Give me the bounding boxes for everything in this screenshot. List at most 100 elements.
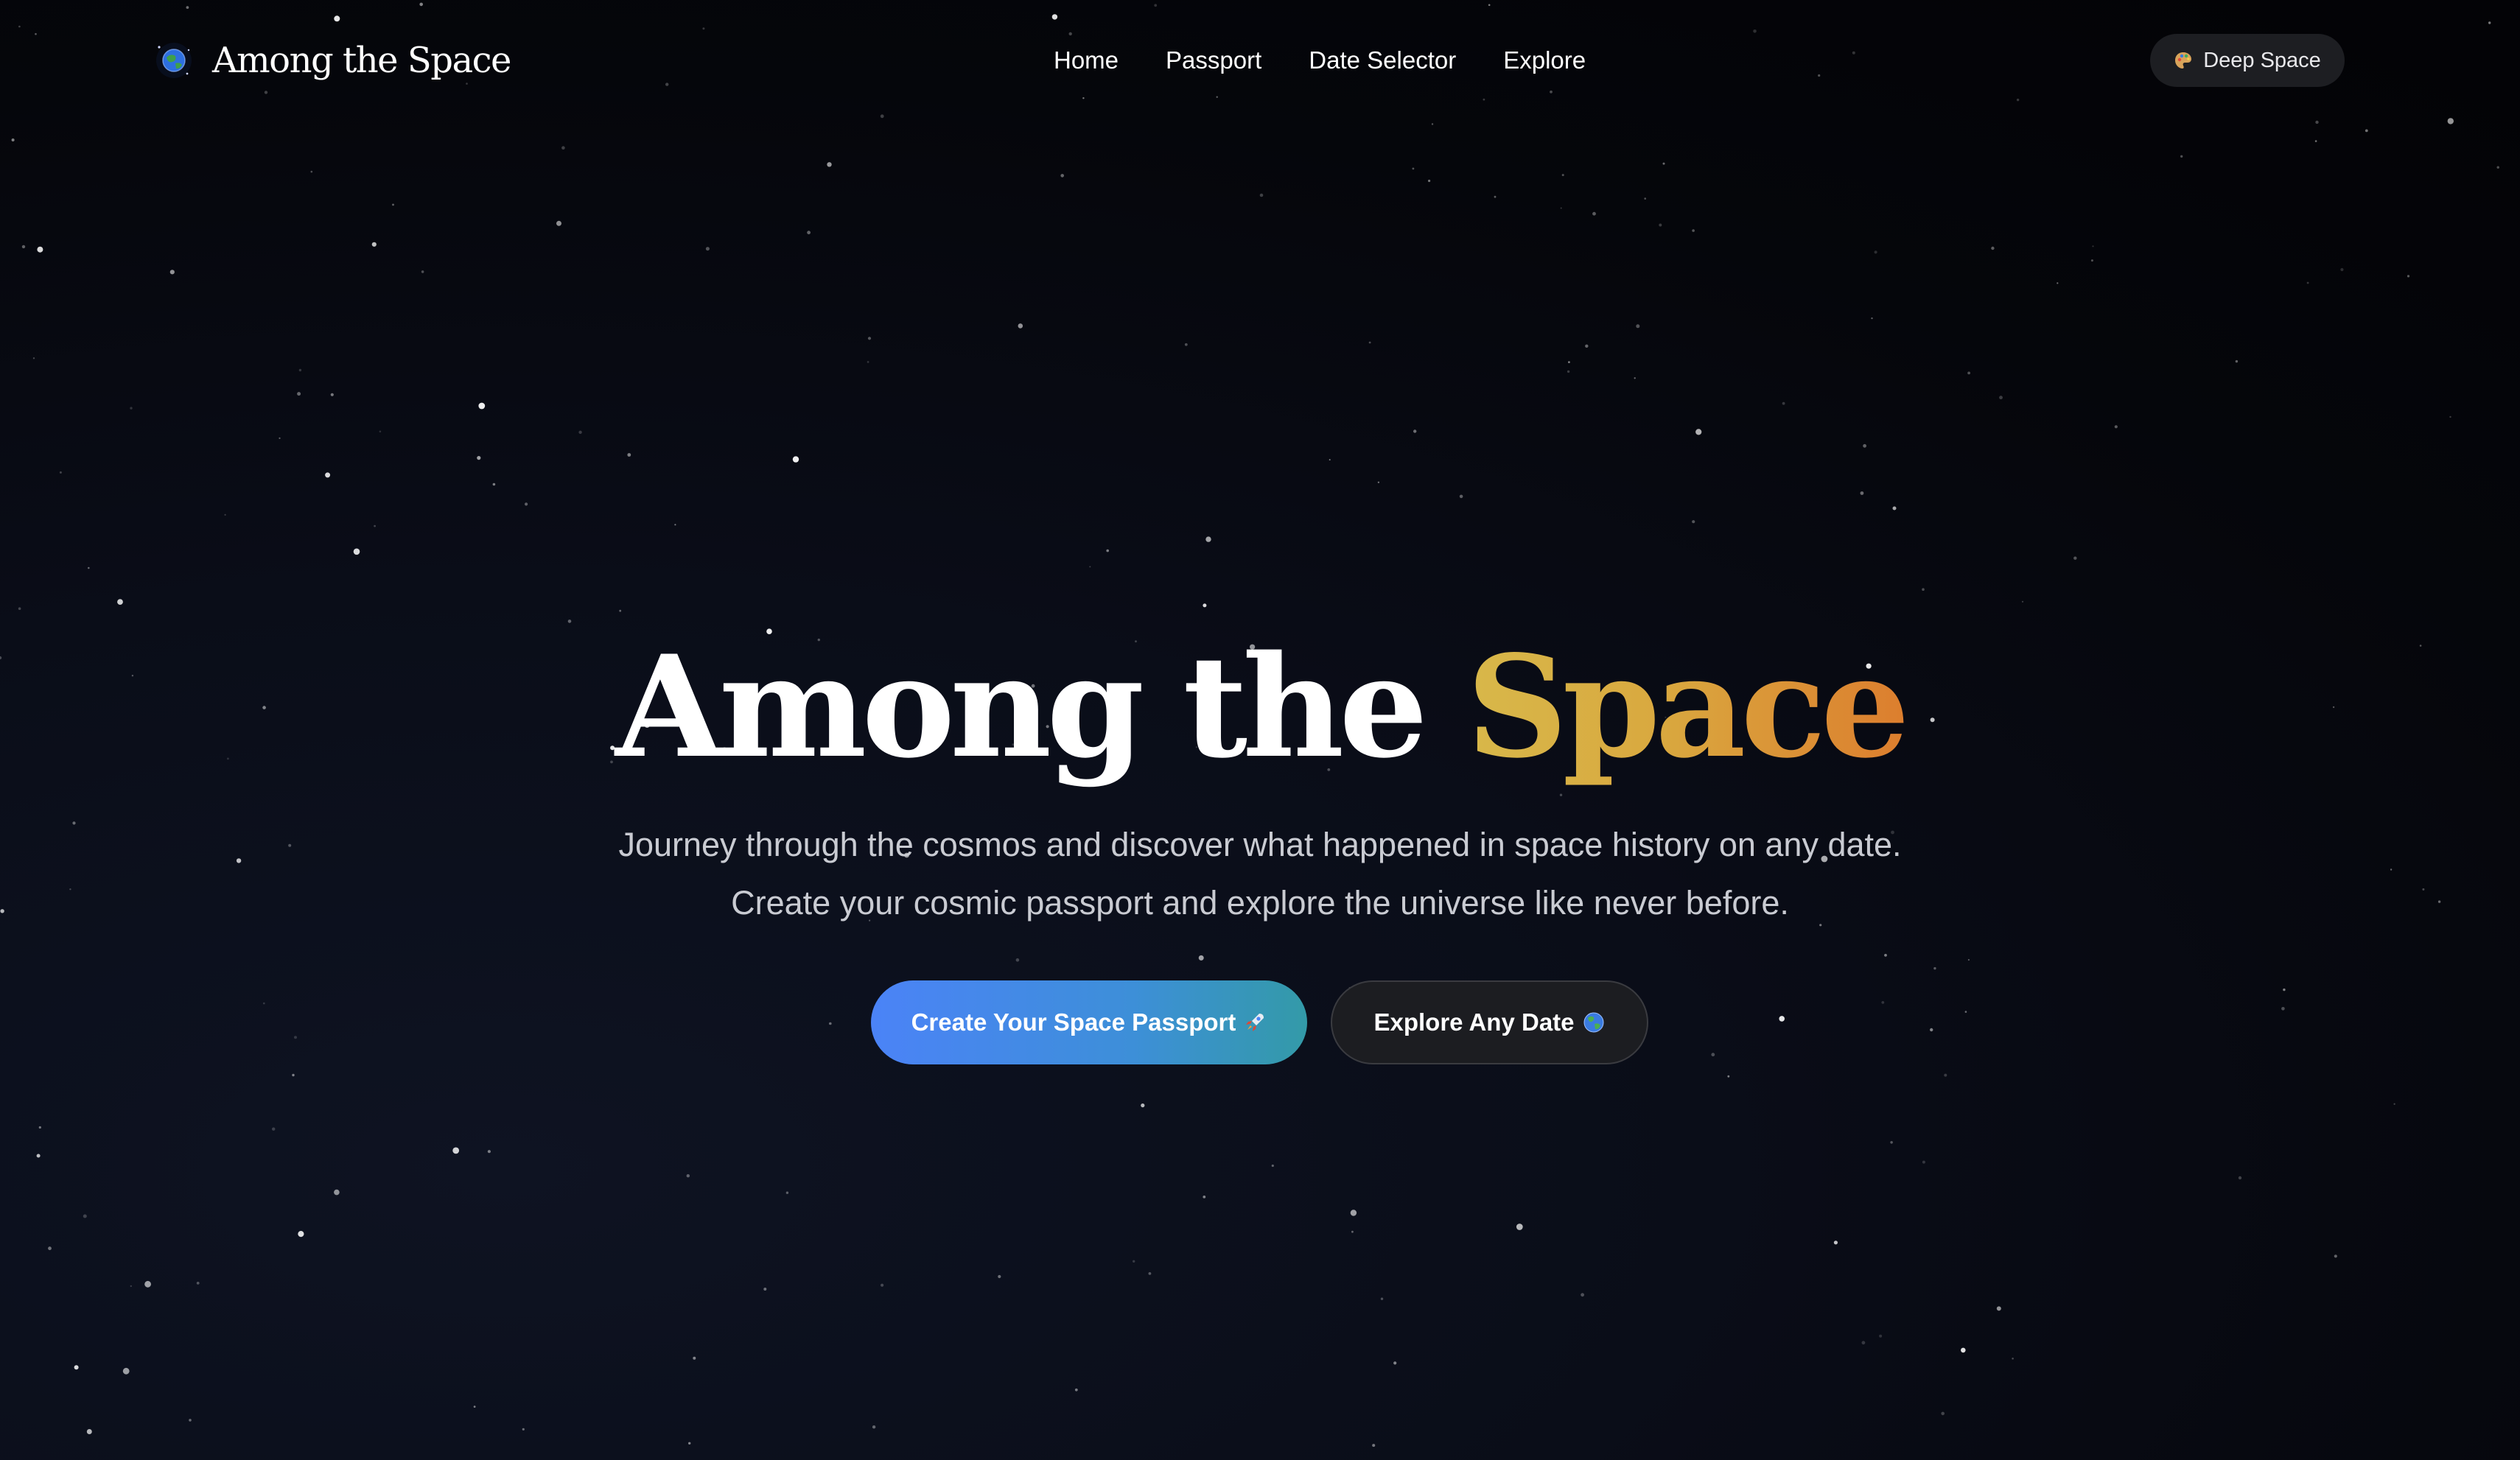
star — [1074, 1388, 1078, 1391]
star — [452, 1147, 460, 1154]
star — [492, 482, 496, 486]
star — [1106, 549, 1109, 552]
star — [1133, 1260, 1135, 1263]
star — [263, 1002, 265, 1005]
star — [2092, 245, 2094, 248]
star — [1892, 506, 1897, 510]
star — [1459, 494, 1463, 499]
star — [1711, 1053, 1715, 1057]
star — [1560, 207, 1562, 209]
star — [807, 231, 811, 235]
star — [2390, 868, 2393, 871]
star — [83, 1214, 87, 1218]
star — [1961, 1347, 1966, 1353]
star — [1999, 396, 2003, 400]
star — [2314, 140, 2317, 142]
star — [59, 471, 62, 474]
star — [867, 337, 872, 340]
star — [792, 456, 799, 463]
star — [2012, 1358, 2014, 1360]
hero-title: Among the Space — [0, 619, 2520, 796]
nav-link-passport[interactable]: Passport — [1166, 46, 1261, 74]
star — [1089, 566, 1091, 568]
star — [2407, 275, 2410, 278]
star — [374, 524, 376, 527]
rocket-icon — [1246, 1014, 1264, 1031]
star — [1329, 459, 1331, 461]
star — [1377, 481, 1380, 483]
star — [1141, 1103, 1145, 1108]
star — [1662, 162, 1665, 165]
star — [1819, 924, 1822, 927]
create-passport-button[interactable]: Create Your Space Passport — [871, 980, 1307, 1064]
nav-links: Home Passport Date Selector Explore — [1054, 40, 1586, 81]
star — [1372, 1444, 1376, 1447]
star — [2365, 129, 2368, 133]
theme-switcher-button[interactable]: Deep Space — [2150, 34, 2345, 87]
star — [674, 524, 676, 526]
theme-label: Deep Space — [2203, 48, 2321, 72]
star — [2057, 282, 2059, 284]
star — [1351, 1230, 1354, 1233]
star — [1184, 343, 1188, 346]
star — [561, 146, 565, 150]
star — [32, 357, 35, 359]
star — [298, 368, 302, 372]
star — [1860, 491, 1864, 495]
globe-icon — [1583, 1012, 1604, 1033]
create-passport-label: Create Your Space Passport — [911, 1008, 1236, 1036]
nav-link-home[interactable]: Home — [1054, 46, 1119, 74]
star — [1205, 536, 1211, 542]
star — [2449, 415, 2451, 418]
hero-title-gold: Space — [1466, 625, 1910, 789]
star — [1833, 1240, 1838, 1245]
star — [1692, 520, 1695, 524]
star — [2283, 988, 2286, 992]
star — [2235, 359, 2239, 363]
star — [1203, 1196, 1206, 1198]
star — [1884, 953, 1887, 957]
star — [1198, 955, 1204, 961]
star — [2238, 1176, 2242, 1180]
star — [1871, 317, 1873, 320]
star — [88, 566, 90, 569]
star — [1585, 344, 1589, 348]
star — [1148, 1272, 1152, 1275]
star — [1393, 1361, 1397, 1365]
brand-logo-link[interactable]: Among the Space — [155, 34, 511, 87]
star — [74, 1365, 79, 1370]
star — [117, 599, 123, 605]
star — [1881, 1001, 1885, 1004]
star — [688, 1442, 691, 1445]
star — [1259, 193, 1264, 197]
star — [1644, 197, 1646, 200]
star — [627, 453, 631, 457]
star — [881, 1283, 884, 1287]
star — [1930, 1028, 1933, 1032]
explore-date-button[interactable]: Explore Any Date — [1331, 980, 1648, 1064]
star — [1727, 1075, 1730, 1078]
star — [2090, 259, 2093, 262]
star — [21, 245, 26, 249]
star — [18, 607, 21, 610]
nav-link-date-selector[interactable]: Date Selector — [1309, 46, 1456, 74]
star — [2340, 267, 2344, 272]
star — [693, 1356, 696, 1360]
star — [1581, 1293, 1585, 1297]
star — [619, 609, 622, 612]
star — [86, 1429, 92, 1434]
hero-title-white: Among the — [615, 625, 1428, 789]
star — [686, 1174, 690, 1178]
star — [872, 1425, 876, 1429]
star — [556, 220, 561, 226]
star — [2334, 1254, 2337, 1258]
star — [1060, 174, 1064, 178]
star — [1879, 1334, 1883, 1338]
star — [2281, 1007, 2285, 1011]
star — [1941, 1411, 1945, 1416]
star — [1964, 1011, 1967, 1013]
star — [1428, 179, 1431, 183]
star — [292, 1073, 295, 1077]
star — [1636, 324, 1640, 329]
nav-link-explore[interactable]: Explore — [1503, 46, 1586, 74]
